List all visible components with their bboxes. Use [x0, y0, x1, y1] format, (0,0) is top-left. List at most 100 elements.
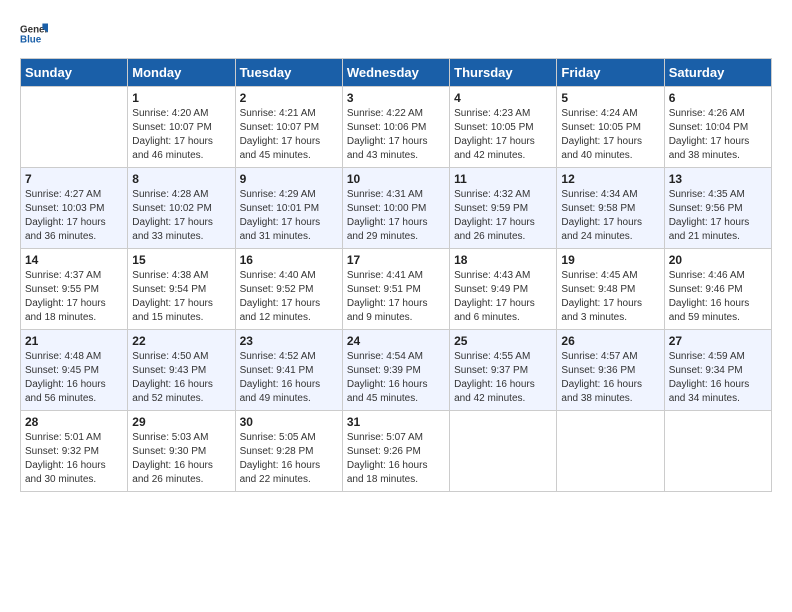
calendar-day-cell: 29 Sunrise: 5:03 AM Sunset: 9:30 PM Dayli… [128, 411, 235, 492]
day-info: Sunrise: 4:24 AM Sunset: 10:05 PM Daylig… [561, 107, 659, 163]
calendar-day-cell: 6Sunrise: 4:26 AM Sunset: 10:04 PM Dayli… [664, 87, 771, 168]
calendar-day-cell: 2 Sunrise: 4:21 AM Sunset: 10:07 PM Dayli… [235, 87, 342, 168]
day-info: Sunrise: 4:21 AM Sunset: 10:07 PM Daylig… [240, 107, 338, 163]
day-number: 5 [561, 91, 659, 105]
day-number: 17 [347, 253, 445, 267]
calendar-day-cell: 27Sunrise: 4:59 AM Sunset: 9:34 PM Dayli… [664, 330, 771, 411]
day-info: Sunrise: 4:31 AM Sunset: 10:00 PM Daylig… [347, 188, 445, 244]
calendar-day-cell: 15 Sunrise: 4:38 AM Sunset: 9:54 PM Dayli… [128, 249, 235, 330]
day-number: 8 [132, 172, 230, 186]
calendar-day-cell: 9 Sunrise: 4:29 AM Sunset: 10:01 PM Dayli… [235, 168, 342, 249]
day-info: Sunrise: 4:23 AM Sunset: 10:05 PM Daylig… [454, 107, 552, 163]
day-number: 7 [25, 172, 123, 186]
day-info: Sunrise: 5:01 AM Sunset: 9:32 PM Dayligh… [25, 431, 123, 487]
day-number: 19 [561, 253, 659, 267]
svg-text:Blue: Blue [20, 34, 42, 45]
day-info: Sunrise: 4:43 AM Sunset: 9:49 PM Dayligh… [454, 269, 552, 325]
calendar-day-cell [450, 411, 557, 492]
calendar-day-cell: 16Sunrise: 4:40 AM Sunset: 9:52 PM Dayli… [235, 249, 342, 330]
day-info: Sunrise: 5:07 AM Sunset: 9:26 PM Dayligh… [347, 431, 445, 487]
calendar-day-cell: 18 Sunrise: 4:43 AM Sunset: 9:49 PM Dayli… [450, 249, 557, 330]
day-number: 31 [347, 415, 445, 429]
day-of-week-header: Friday [557, 59, 664, 87]
calendar-day-cell: 14 Sunrise: 4:37 AM Sunset: 9:55 PM Dayli… [21, 249, 128, 330]
logo-icon: General Blue [20, 20, 48, 48]
day-info: Sunrise: 4:22 AM Sunset: 10:06 PM Daylig… [347, 107, 445, 163]
logo: General Blue [20, 20, 48, 48]
day-number: 2 [240, 91, 338, 105]
day-info: Sunrise: 4:34 AM Sunset: 9:58 PM Dayligh… [561, 188, 659, 244]
day-info: Sunrise: 4:57 AM Sunset: 9:36 PM Dayligh… [561, 350, 659, 406]
day-info: Sunrise: 4:52 AM Sunset: 9:41 PM Dayligh… [240, 350, 338, 406]
header: General Blue [20, 20, 772, 48]
day-info: Sunrise: 4:20 AM Sunset: 10:07 PM Daylig… [132, 107, 230, 163]
day-number: 27 [669, 334, 767, 348]
calendar-day-cell: 28 Sunrise: 5:01 AM Sunset: 9:32 PM Dayli… [21, 411, 128, 492]
calendar-day-cell [21, 87, 128, 168]
day-number: 23 [240, 334, 338, 348]
day-of-week-header: Wednesday [342, 59, 449, 87]
calendar-week-row: 21Sunrise: 4:48 AM Sunset: 9:45 PM Dayli… [21, 330, 772, 411]
calendar-week-row: 1 Sunrise: 4:20 AM Sunset: 10:07 PM Dayli… [21, 87, 772, 168]
calendar-day-cell: 23 Sunrise: 4:52 AM Sunset: 9:41 PM Dayli… [235, 330, 342, 411]
calendar-header-row: SundayMondayTuesdayWednesdayThursdayFrid… [21, 59, 772, 87]
day-number: 14 [25, 253, 123, 267]
day-number: 16 [240, 253, 338, 267]
day-info: Sunrise: 4:46 AM Sunset: 9:46 PM Dayligh… [669, 269, 767, 325]
day-number: 15 [132, 253, 230, 267]
calendar-day-cell: 30 Sunrise: 5:05 AM Sunset: 9:28 PM Dayli… [235, 411, 342, 492]
calendar-day-cell: 21Sunrise: 4:48 AM Sunset: 9:45 PM Dayli… [21, 330, 128, 411]
day-number: 24 [347, 334, 445, 348]
day-info: Sunrise: 5:03 AM Sunset: 9:30 PM Dayligh… [132, 431, 230, 487]
calendar-week-row: 14 Sunrise: 4:37 AM Sunset: 9:55 PM Dayli… [21, 249, 772, 330]
day-number: 29 [132, 415, 230, 429]
day-number: 4 [454, 91, 552, 105]
day-info: Sunrise: 4:41 AM Sunset: 9:51 PM Dayligh… [347, 269, 445, 325]
calendar-day-cell: 20 Sunrise: 4:46 AM Sunset: 9:46 PM Dayli… [664, 249, 771, 330]
calendar-day-cell: 13 Sunrise: 4:35 AM Sunset: 9:56 PM Dayli… [664, 168, 771, 249]
day-info: Sunrise: 4:35 AM Sunset: 9:56 PM Dayligh… [669, 188, 767, 244]
day-info: Sunrise: 4:37 AM Sunset: 9:55 PM Dayligh… [25, 269, 123, 325]
day-number: 11 [454, 172, 552, 186]
calendar-day-cell: 31 Sunrise: 5:07 AM Sunset: 9:26 PM Dayli… [342, 411, 449, 492]
day-number: 20 [669, 253, 767, 267]
day-of-week-header: Thursday [450, 59, 557, 87]
calendar-day-cell: 11Sunrise: 4:32 AM Sunset: 9:59 PM Dayli… [450, 168, 557, 249]
day-of-week-header: Tuesday [235, 59, 342, 87]
calendar-day-cell: 5 Sunrise: 4:24 AM Sunset: 10:05 PM Dayli… [557, 87, 664, 168]
day-info: Sunrise: 4:55 AM Sunset: 9:37 PM Dayligh… [454, 350, 552, 406]
day-number: 18 [454, 253, 552, 267]
day-number: 1 [132, 91, 230, 105]
day-number: 26 [561, 334, 659, 348]
day-number: 6 [669, 91, 767, 105]
calendar-week-row: 28 Sunrise: 5:01 AM Sunset: 9:32 PM Dayli… [21, 411, 772, 492]
day-number: 22 [132, 334, 230, 348]
calendar-table: SundayMondayTuesdayWednesdayThursdayFrid… [20, 58, 772, 492]
calendar-day-cell: 1 Sunrise: 4:20 AM Sunset: 10:07 PM Dayli… [128, 87, 235, 168]
calendar-week-row: 7 Sunrise: 4:27 AM Sunset: 10:03 PM Dayli… [21, 168, 772, 249]
day-number: 28 [25, 415, 123, 429]
day-info: Sunrise: 5:05 AM Sunset: 9:28 PM Dayligh… [240, 431, 338, 487]
day-info: Sunrise: 4:45 AM Sunset: 9:48 PM Dayligh… [561, 269, 659, 325]
calendar-day-cell: 17 Sunrise: 4:41 AM Sunset: 9:51 PM Dayli… [342, 249, 449, 330]
day-info: Sunrise: 4:38 AM Sunset: 9:54 PM Dayligh… [132, 269, 230, 325]
calendar-day-cell: 4 Sunrise: 4:23 AM Sunset: 10:05 PM Dayli… [450, 87, 557, 168]
day-info: Sunrise: 4:27 AM Sunset: 10:03 PM Daylig… [25, 188, 123, 244]
day-number: 13 [669, 172, 767, 186]
calendar-day-cell: 12Sunrise: 4:34 AM Sunset: 9:58 PM Dayli… [557, 168, 664, 249]
day-number: 9 [240, 172, 338, 186]
day-info: Sunrise: 4:50 AM Sunset: 9:43 PM Dayligh… [132, 350, 230, 406]
day-of-week-header: Sunday [21, 59, 128, 87]
day-info: Sunrise: 4:48 AM Sunset: 9:45 PM Dayligh… [25, 350, 123, 406]
day-number: 25 [454, 334, 552, 348]
day-number: 3 [347, 91, 445, 105]
day-number: 10 [347, 172, 445, 186]
calendar-day-cell: 10 Sunrise: 4:31 AM Sunset: 10:00 PM Dayl… [342, 168, 449, 249]
day-info: Sunrise: 4:28 AM Sunset: 10:02 PM Daylig… [132, 188, 230, 244]
day-number: 30 [240, 415, 338, 429]
day-of-week-header: Monday [128, 59, 235, 87]
calendar-day-cell: 19 Sunrise: 4:45 AM Sunset: 9:48 PM Dayli… [557, 249, 664, 330]
day-info: Sunrise: 4:29 AM Sunset: 10:01 PM Daylig… [240, 188, 338, 244]
calendar-day-cell: 24Sunrise: 4:54 AM Sunset: 9:39 PM Dayli… [342, 330, 449, 411]
calendar-day-cell: 3 Sunrise: 4:22 AM Sunset: 10:06 PM Dayli… [342, 87, 449, 168]
